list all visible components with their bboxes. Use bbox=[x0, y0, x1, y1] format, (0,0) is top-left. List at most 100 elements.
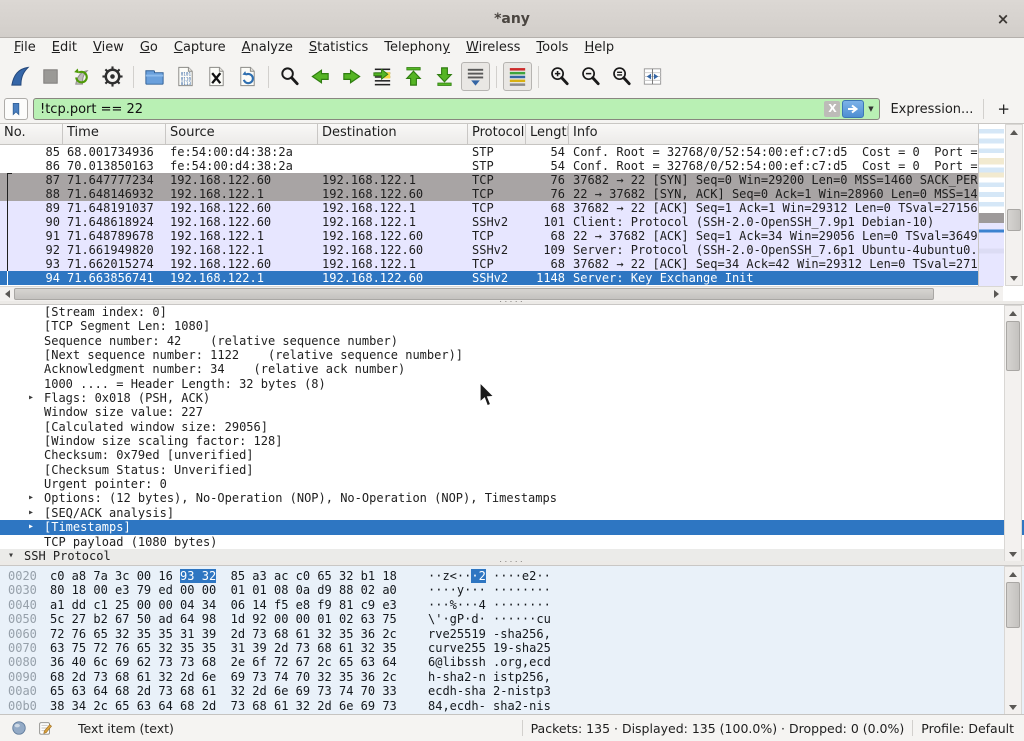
menu-telephony[interactable]: Telephony bbox=[376, 39, 458, 57]
colorize-packets-button[interactable] bbox=[503, 62, 532, 91]
hex-row[interactable]: 007063 75 72 76 65 32 35 35 31 39 2d 73 … bbox=[0, 641, 1024, 655]
detail-line[interactable]: Checksum: 0x79ed [unverified] bbox=[0, 448, 1024, 462]
expander-closed-icon[interactable]: ▸ bbox=[28, 491, 44, 505]
start-capture-button[interactable] bbox=[5, 62, 34, 91]
detail-line[interactable]: Sequence number: 42 (relative sequence n… bbox=[0, 334, 1024, 348]
packet-list-vscrollbar[interactable] bbox=[1005, 124, 1023, 286]
intelligent-scrollbar-minimap[interactable] bbox=[978, 124, 1004, 286]
detail-line[interactable]: 1000 .... = Header Length: 32 bytes (8) bbox=[0, 377, 1024, 391]
expander-open-icon[interactable]: ▾ bbox=[8, 549, 24, 561]
hex-row[interactable]: 006072 76 65 32 35 35 31 39 2d 73 68 61 … bbox=[0, 627, 1024, 641]
packet-row-91[interactable]: 9171.648789678192.168.122.1192.168.122.6… bbox=[0, 229, 978, 243]
add-filter-button[interactable]: + bbox=[989, 100, 1018, 118]
go-back-button[interactable] bbox=[306, 62, 335, 91]
menu-file[interactable]: File bbox=[6, 39, 44, 57]
expert-info-button[interactable] bbox=[10, 719, 28, 737]
hex-row[interactable]: 009068 2d 73 68 61 32 2d 6e 69 73 74 70 … bbox=[0, 670, 1024, 684]
detail-line[interactable]: [TCP Segment Len: 1080] bbox=[0, 319, 1024, 333]
hex-row[interactable]: 0040a1 dd c1 25 00 00 04 34 06 14 f5 e8 … bbox=[0, 598, 1024, 612]
go-forward-button[interactable] bbox=[337, 62, 366, 91]
zoom-reset-button[interactable] bbox=[607, 62, 636, 91]
find-packet-button[interactable] bbox=[275, 62, 304, 91]
zoom-in-button[interactable] bbox=[545, 62, 574, 91]
go-last-packet-button[interactable] bbox=[430, 62, 459, 91]
packet-row-87[interactable]: 8771.647777234192.168.122.60192.168.122.… bbox=[0, 173, 978, 187]
filter-clear-button[interactable]: X bbox=[824, 101, 840, 117]
hex-row[interactable]: 00505c 27 b2 67 50 ad 64 98 1d 92 00 00 … bbox=[0, 612, 1024, 626]
scroll-down-icon[interactable] bbox=[1006, 271, 1022, 285]
packet-list-hscrollbar[interactable] bbox=[0, 286, 1003, 301]
auto-scroll-live-button[interactable] bbox=[461, 62, 490, 91]
scroll-down-icon[interactable] bbox=[1005, 547, 1021, 561]
resize-columns-button[interactable] bbox=[638, 62, 667, 91]
stop-capture-button[interactable] bbox=[36, 62, 65, 91]
menu-statistics[interactable]: Statistics bbox=[301, 39, 376, 57]
column-header-destination[interactable]: Destination bbox=[318, 124, 468, 144]
scroll-right-icon[interactable] bbox=[989, 287, 1003, 301]
scrollbar-thumb[interactable] bbox=[1006, 582, 1020, 628]
menu-analyze[interactable]: Analyze bbox=[234, 39, 301, 57]
detail-line[interactable]: [Checksum Status: Unverified] bbox=[0, 463, 1024, 477]
zoom-out-button[interactable] bbox=[576, 62, 605, 91]
capture-options-button[interactable] bbox=[98, 62, 127, 91]
menu-tools[interactable]: Tools bbox=[528, 39, 576, 57]
profile-button[interactable]: Profile: Default bbox=[921, 721, 1014, 736]
packet-row-94[interactable]: 9471.663856741192.168.122.1192.168.122.6… bbox=[0, 271, 978, 285]
packet-row-92[interactable]: 9271.661949820192.168.122.1192.168.122.6… bbox=[0, 243, 978, 257]
menu-wireless[interactable]: Wireless bbox=[458, 39, 528, 57]
filter-apply-button[interactable] bbox=[842, 100, 864, 118]
detail-line[interactable]: ▸Options: (12 bytes), No-Operation (NOP)… bbox=[0, 491, 1024, 505]
scrollbar-thumb[interactable] bbox=[1006, 321, 1020, 371]
detail-line[interactable]: ▾SSH Protocol bbox=[0, 549, 1024, 561]
menu-view[interactable]: View bbox=[85, 39, 132, 57]
packet-row-86[interactable]: 8670.013850163fe:54:00:d4:38:2aSTP54Conf… bbox=[0, 159, 978, 173]
scroll-up-icon[interactable] bbox=[1006, 125, 1022, 139]
packet-row-90[interactable]: 9071.648618924192.168.122.60192.168.122.… bbox=[0, 215, 978, 229]
expander-closed-icon[interactable]: ▸ bbox=[28, 391, 44, 405]
hex-row[interactable]: 003080 18 00 e3 79 ed 00 00 01 01 08 0a … bbox=[0, 583, 1024, 597]
hex-row[interactable]: 00b038 34 2c 65 63 64 68 2d 73 68 61 32 … bbox=[0, 699, 1024, 713]
column-header-info[interactable]: Info bbox=[569, 124, 978, 144]
column-header-protocol[interactable]: Protocol bbox=[468, 124, 526, 144]
scroll-up-icon[interactable] bbox=[1005, 306, 1021, 320]
menu-edit[interactable]: Edit bbox=[44, 39, 85, 57]
detail-line[interactable]: TCP payload (1080 bytes) bbox=[0, 535, 1024, 549]
go-first-packet-button[interactable] bbox=[399, 62, 428, 91]
packet-row-85[interactable]: 8568.001734936fe:54:00:d4:38:2aSTP54Conf… bbox=[0, 145, 978, 159]
expander-closed-icon[interactable]: ▸ bbox=[28, 506, 44, 520]
detail-line[interactable]: [Stream index: 0] bbox=[0, 305, 1024, 319]
detail-line[interactable]: Window size value: 227 bbox=[0, 405, 1024, 419]
column-header-source[interactable]: Source bbox=[166, 124, 318, 144]
details-vscrollbar[interactable] bbox=[1004, 305, 1022, 561]
restart-capture-button[interactable] bbox=[67, 62, 96, 91]
close-file-button[interactable] bbox=[202, 62, 231, 91]
save-file-button[interactable]: 010101100113 bbox=[171, 62, 200, 91]
column-header-length[interactable]: Length bbox=[526, 124, 569, 144]
detail-line[interactable]: [Calculated window size: 29056] bbox=[0, 420, 1024, 434]
packet-row-93[interactable]: 9371.662015274192.168.122.60192.168.122.… bbox=[0, 257, 978, 271]
column-header-no[interactable]: No. bbox=[0, 124, 63, 144]
hex-row[interactable]: 008036 40 6c 69 62 73 73 68 2e 6f 72 67 … bbox=[0, 655, 1024, 669]
detail-line[interactable]: ▸Flags: 0x018 (PSH, ACK) bbox=[0, 391, 1024, 405]
detail-line[interactable]: [Next sequence number: 1122 (relative se… bbox=[0, 348, 1024, 362]
expression-button[interactable]: Expression... bbox=[885, 102, 978, 117]
hex-row[interactable]: 0020c0 a8 7a 3c 00 16 93 32 85 a3 ac c0 … bbox=[0, 569, 1024, 583]
menu-capture[interactable]: Capture bbox=[166, 39, 234, 57]
open-file-button[interactable] bbox=[140, 62, 169, 91]
menu-go[interactable]: Go bbox=[132, 39, 166, 57]
reload-file-button[interactable] bbox=[233, 62, 262, 91]
detail-line[interactable]: Acknowledgment number: 34 (relative ack … bbox=[0, 362, 1024, 376]
scroll-down-icon[interactable] bbox=[1005, 700, 1021, 714]
scrollbar-thumb[interactable] bbox=[1007, 209, 1021, 231]
display-filter-input[interactable] bbox=[34, 102, 824, 117]
expander-closed-icon[interactable]: ▸ bbox=[28, 520, 44, 534]
detail-line[interactable]: ▸[SEQ/ACK analysis] bbox=[0, 506, 1024, 520]
close-button[interactable]: × bbox=[992, 8, 1014, 30]
filter-history-dropdown[interactable]: ▼ bbox=[864, 105, 877, 113]
packet-row-88[interactable]: 8871.648146932192.168.122.1192.168.122.6… bbox=[0, 187, 978, 201]
column-header-time[interactable]: Time bbox=[63, 124, 166, 144]
packet-row-89[interactable]: 8971.648191037192.168.122.60192.168.122.… bbox=[0, 201, 978, 215]
scroll-left-icon[interactable] bbox=[0, 287, 14, 301]
capture-comment-button[interactable] bbox=[36, 719, 54, 737]
hex-row[interactable]: 00a065 63 64 68 2d 73 68 61 32 2d 6e 69 … bbox=[0, 684, 1024, 698]
